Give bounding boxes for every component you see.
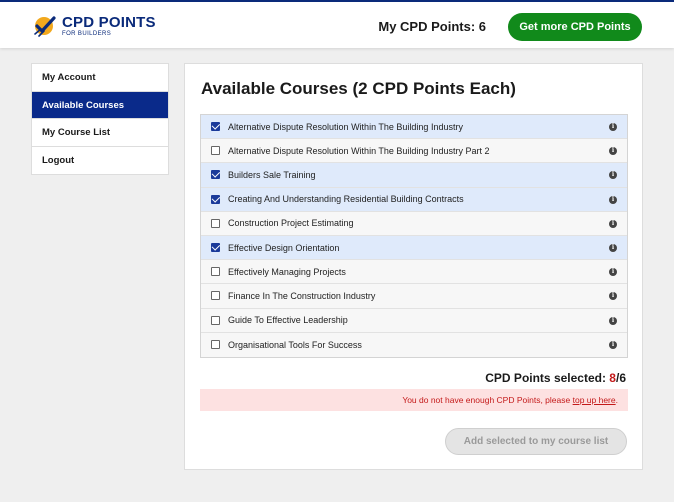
course-checkbox[interactable] bbox=[211, 194, 220, 204]
add-selected-button[interactable]: Add selected to my course list bbox=[445, 428, 627, 455]
info-icon[interactable]: i bbox=[609, 340, 617, 349]
cpd-points-selected: CPD Points selected: 8/6 bbox=[485, 371, 626, 385]
course-row[interactable]: Creating And Understanding Residential B… bbox=[201, 187, 627, 212]
course-name: Finance In The Construction Industry bbox=[228, 290, 376, 301]
course-row[interactable]: Organisational Tools For Success i bbox=[201, 332, 627, 357]
course-name: Guide To Effective Leadership bbox=[228, 315, 348, 326]
info-icon[interactable]: i bbox=[609, 243, 617, 252]
course-checkbox[interactable] bbox=[211, 218, 220, 228]
course-row[interactable]: Builders Sale Training i bbox=[201, 163, 627, 188]
course-name: Builders Sale Training bbox=[228, 169, 316, 180]
info-icon[interactable]: i bbox=[609, 123, 617, 131]
sidebar-item-logout[interactable]: Logout bbox=[32, 147, 168, 175]
top-bar: CPD POINTS FOR BUILDERS My CPD Points: 6… bbox=[0, 0, 674, 48]
course-name: Effectively Managing Projects bbox=[228, 266, 346, 277]
course-name: Alternative Dispute Resolution Within Th… bbox=[228, 145, 490, 156]
course-row[interactable]: Alternative Dispute Resolution Within Th… bbox=[201, 139, 627, 164]
logo-title: CPD POINTS bbox=[62, 14, 156, 31]
course-row[interactable]: Finance In The Construction Industry i bbox=[201, 284, 627, 309]
info-icon[interactable]: i bbox=[609, 292, 617, 301]
main-panel: Available Courses (2 CPD Points Each) Al… bbox=[184, 63, 643, 470]
course-checkbox[interactable] bbox=[211, 291, 220, 301]
info-icon[interactable]: i bbox=[609, 219, 617, 228]
logo-check-icon bbox=[34, 16, 56, 37]
get-more-points-button[interactable]: Get more CPD Points bbox=[508, 13, 642, 41]
course-checkbox[interactable] bbox=[211, 315, 220, 325]
course-row[interactable]: Construction Project Estimating i bbox=[201, 211, 627, 236]
course-row[interactable]: Effective Design Orientation i bbox=[201, 235, 627, 261]
sidebar-item-available-courses[interactable]: Available Courses bbox=[32, 91, 168, 119]
selected-total: /6 bbox=[615, 371, 626, 385]
course-checkbox[interactable] bbox=[211, 122, 220, 132]
info-icon[interactable]: i bbox=[609, 195, 617, 204]
course-row[interactable]: Guide To Effective Leadership i bbox=[201, 308, 627, 333]
course-name: Construction Project Estimating bbox=[228, 218, 354, 229]
course-name: Creating And Understanding Residential B… bbox=[228, 194, 464, 205]
course-checkbox[interactable] bbox=[211, 267, 220, 277]
course-name: Alternative Dispute Resolution Within Th… bbox=[228, 121, 463, 132]
my-cpd-points: My CPD Points: 6 bbox=[378, 19, 486, 34]
alert-text: You do not have enough CPD Points, pleas… bbox=[402, 395, 573, 405]
alert-end: . bbox=[615, 395, 618, 405]
course-checkbox[interactable] bbox=[211, 340, 220, 350]
info-icon[interactable]: i bbox=[609, 268, 617, 277]
info-icon[interactable]: i bbox=[609, 171, 617, 180]
course-checkbox[interactable] bbox=[211, 146, 220, 156]
info-icon[interactable]: i bbox=[609, 316, 617, 325]
sidebar-item-my-course-list[interactable]: My Course List bbox=[32, 119, 168, 147]
course-list: Alternative Dispute Resolution Within Th… bbox=[200, 114, 628, 358]
page-title: Available Courses (2 CPD Points Each) bbox=[201, 79, 516, 98]
insufficient-points-alert: You do not have enough CPD Points, pleas… bbox=[200, 389, 628, 411]
selected-label: CPD Points selected: bbox=[485, 371, 610, 385]
course-name: Organisational Tools For Success bbox=[228, 339, 362, 350]
course-row[interactable]: Effectively Managing Projects i bbox=[201, 260, 627, 285]
course-row[interactable]: Alternative Dispute Resolution Within Th… bbox=[201, 115, 627, 140]
sidebar: My Account Available Courses My Course L… bbox=[31, 63, 169, 175]
sidebar-item-my-account[interactable]: My Account bbox=[32, 64, 168, 92]
course-name: Effective Design Orientation bbox=[228, 242, 340, 253]
course-checkbox[interactable] bbox=[211, 243, 220, 253]
course-checkbox[interactable] bbox=[211, 170, 220, 180]
info-icon[interactable]: i bbox=[609, 147, 617, 156]
top-up-link[interactable]: top up here bbox=[573, 395, 616, 405]
selected-value: 8 bbox=[609, 371, 616, 385]
logo-subtitle: FOR BUILDERS bbox=[62, 31, 112, 37]
